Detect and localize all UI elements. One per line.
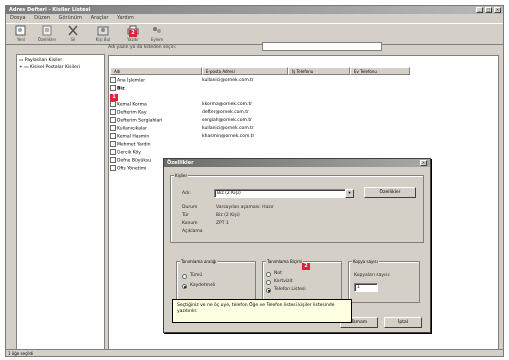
filter-label: Adı yazın ya da listeden seçin: xyxy=(108,45,177,50)
callout-badge-print: 2 xyxy=(129,30,137,37)
folder-tree: ▭ Paylasilan Kisiler + ▭ Kisisel Postala… xyxy=(16,54,105,350)
radio-selected[interactable] xyxy=(182,284,187,289)
range-group: Tanımlama aralığı xyxy=(176,259,256,303)
dialog-close-button[interactable]: × xyxy=(420,160,427,166)
close-button[interactable]: × xyxy=(494,7,501,13)
info-value: Biz (2 Kişi) xyxy=(216,213,240,218)
callout-badge-group: 1 xyxy=(110,94,118,101)
find-people-icon xyxy=(97,26,109,36)
info-key: Tür xyxy=(182,213,189,218)
info-value: ZPT 1 xyxy=(216,221,229,226)
name-select[interactable]: Biz (2 Kişi) xyxy=(214,189,354,198)
radio-phone-list-label: Telefon Listesi xyxy=(274,287,306,292)
table-row[interactable]: Defterim Kay defter@ornek.com.tr xyxy=(110,109,249,116)
status-bar: 1 öğe seçildi xyxy=(5,349,504,357)
toolbar: Yeni Özellikler Sil Kişi Bul Yazdır Eyle… xyxy=(6,23,503,45)
contact-icon xyxy=(110,157,116,163)
delete-icon xyxy=(68,25,78,36)
new-contact-icon xyxy=(15,25,26,36)
column-header-home-phone[interactable]: Ev Telefonu xyxy=(350,67,410,75)
radio-card[interactable] xyxy=(266,280,271,285)
radio-card-label: Kartvizit xyxy=(274,279,293,284)
radio-phone-list[interactable] xyxy=(266,288,271,293)
adi-label: Adı: xyxy=(182,191,191,196)
menu-yardim[interactable]: Yardım xyxy=(117,15,134,21)
radio-selected-label: Kaydetmeli xyxy=(190,283,216,288)
minimize-button[interactable]: _ xyxy=(476,7,483,13)
info-key: Durum xyxy=(182,205,198,210)
filter-input[interactable] xyxy=(262,42,382,51)
copies-stepper[interactable]: 1 xyxy=(354,283,378,292)
maximize-button[interactable]: □ xyxy=(485,7,492,13)
contact-icon xyxy=(110,165,116,171)
contact-icon xyxy=(110,109,116,115)
properties-button[interactable]: Özellikler xyxy=(36,25,58,45)
column-header-email[interactable]: E-posta Adresi xyxy=(202,67,288,75)
table-row[interactable]: Kullanıcıkalar kullanici@ornek.com.tr xyxy=(110,125,254,132)
table-row[interactable]: Kemal Korma kkorma@ornek.com.tr xyxy=(110,101,252,108)
radio-all[interactable] xyxy=(182,274,187,279)
contact-icon xyxy=(110,141,116,147)
table-row[interactable]: Gercik Köy xyxy=(110,149,141,156)
info-value: Varsayılan aşaması: Hazır xyxy=(216,205,274,210)
action-button[interactable]: Eylem xyxy=(146,25,168,45)
ozellikler-button[interactable]: Özellikler xyxy=(364,187,416,198)
radio-memo[interactable] xyxy=(266,272,271,277)
table-row[interactable]: Defne Büyüksu xyxy=(110,157,151,164)
find-people-button[interactable]: Kişi Bul xyxy=(92,25,114,45)
action-icon xyxy=(153,27,161,33)
callout-badge-format: 2 xyxy=(302,263,310,270)
table-row[interactable]: Kemal Hasmin khasmin@ornek.com.tr xyxy=(110,133,254,140)
contact-icon xyxy=(110,125,116,131)
tooltip: Seçtiğiniz ve ne öç uye, telefon Öğe ve … xyxy=(172,299,352,323)
contact-icon xyxy=(110,133,116,139)
window-title: Adres Defteri - Kisiler Listesi xyxy=(6,6,503,14)
table-row[interactable]: Mehmet Yardin xyxy=(110,141,150,148)
menu-araclar[interactable]: Araçlar xyxy=(91,15,109,21)
menu-bar: Dosya Düzen Görünüm Araçlar Yardım xyxy=(6,15,503,22)
delete-button[interactable]: Sil xyxy=(62,25,84,45)
radio-memo-label: Not xyxy=(274,271,282,276)
contact-icon xyxy=(110,117,116,123)
contact-icon xyxy=(110,149,116,155)
cancel-button[interactable]: İptal xyxy=(384,317,422,328)
group-icon xyxy=(110,85,116,91)
table-row[interactable]: Biz xyxy=(110,85,125,92)
menu-gorunum[interactable]: Görünüm xyxy=(59,15,82,21)
column-header-name[interactable]: Adı xyxy=(110,67,202,75)
chevron-down-icon[interactable]: ▾ xyxy=(345,189,354,198)
info-key: Konum xyxy=(182,221,198,226)
tree-item-shared[interactable]: ▭ Paylasilan Kisiler xyxy=(19,58,62,63)
kisiler-group: Kişiler xyxy=(170,173,424,243)
tree-item-personal[interactable]: + ▭ Kisisel Postalar Kisileri xyxy=(19,65,80,70)
table-row[interactable]: Defterim Sergiahlari sergiah@ornek.com.tr xyxy=(110,117,252,124)
contact-icon xyxy=(110,77,116,83)
copies-label: Kopyaları sayısı: xyxy=(354,273,391,278)
table-row[interactable]: Ana İşlemler kullanici@ornek.com.tr xyxy=(110,77,254,84)
new-button[interactable]: Yeni xyxy=(10,25,32,45)
menu-dosya[interactable]: Dosya xyxy=(10,15,26,21)
menu-duzen[interactable]: Düzen xyxy=(34,15,50,21)
info-key: Açıklama xyxy=(182,229,203,234)
table-row[interactable]: Ofis Yönetimi xyxy=(110,165,146,172)
dialog-title: Özellikler xyxy=(164,159,430,167)
radio-all-label: Tümü xyxy=(190,273,203,278)
column-header-work-phone[interactable]: İş Telefonu xyxy=(288,67,350,75)
contact-icon xyxy=(110,101,116,107)
properties-icon xyxy=(42,25,52,36)
copies-group: Kopya sayısı xyxy=(348,259,420,303)
